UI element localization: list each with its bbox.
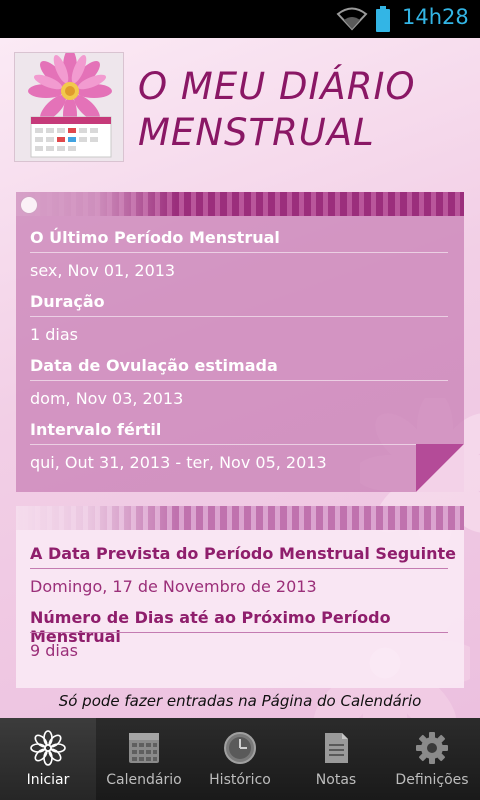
pin-icon [20,196,38,214]
divider [30,632,448,633]
page-title-line-2: MENSTRUAL [138,111,375,154]
wifi-icon [336,7,368,31]
days-until-value: 9 dias [30,641,79,660]
divider [30,316,448,317]
notes-icon [325,733,348,763]
calendar-icon [129,733,159,763]
nav-label-notes: Notas [315,772,357,788]
nav-item-settings[interactable]: Definições [384,718,480,800]
page-fold-icon [416,444,464,492]
fertile-window-value: qui, Out 31, 2013 - ter, Nov 05, 2013 [30,453,327,472]
status-time: 14h28 [402,5,469,29]
days-until-label: Número de Dias até ao Próximo Período Me… [30,608,391,646]
last-period-label: O Último Período Menstrual [30,228,280,247]
page-title: O MEU DIÁRIO MENSTRUAL [138,64,468,156]
fertile-window-label: Intervalo fértil [30,420,162,439]
app-logo [14,52,124,162]
bottom-nav: Iniciar Calendário Histórico Notas Defin… [0,718,480,800]
nav-item-calendar[interactable]: Calendário [96,718,192,800]
nav-label-start: Iniciar [26,772,70,788]
flower-calendar-logo [15,53,123,161]
gear-icon [416,732,448,764]
ovulation-value: dom, Nov 03, 2013 [30,389,184,408]
duration-value: 1 dias [30,325,79,344]
nav-label-history: Histórico [209,772,271,788]
divider [30,252,448,253]
nav-item-notes[interactable]: Notas [288,718,384,800]
stripe-fade [16,192,176,216]
nav-item-start[interactable]: Iniciar [0,718,96,800]
status-bar: 14h28 [0,0,480,38]
info-note: Só pode fazer entradas na Página do Cale… [58,692,422,710]
clock-icon [224,732,256,764]
page-title-line-1: O MEU DIÁRIO [138,65,416,108]
nav-item-history[interactable]: Histórico [192,718,288,800]
summary-card: O Último Período Menstrual sex, Nov 01, … [16,192,464,492]
next-period-value: Domingo, 17 de Novembro de 2013 [30,577,317,596]
divider [30,380,448,381]
stripe-fade [16,506,176,530]
nav-label-settings: Definições [395,772,469,788]
forecast-card: A Data Prevista do Período Menstrual Seg… [16,506,464,688]
next-period-label: A Data Prevista do Período Menstrual Seg… [30,544,457,563]
duration-label: Duração [30,292,105,311]
divider [30,568,448,569]
last-period-value: sex, Nov 01, 2013 [30,261,176,280]
nav-label-calendar: Calendário [106,772,182,788]
flower-icon [30,730,66,766]
battery-icon [376,6,390,32]
divider [30,444,448,445]
ovulation-label: Data de Ovulação estimada [30,356,278,375]
